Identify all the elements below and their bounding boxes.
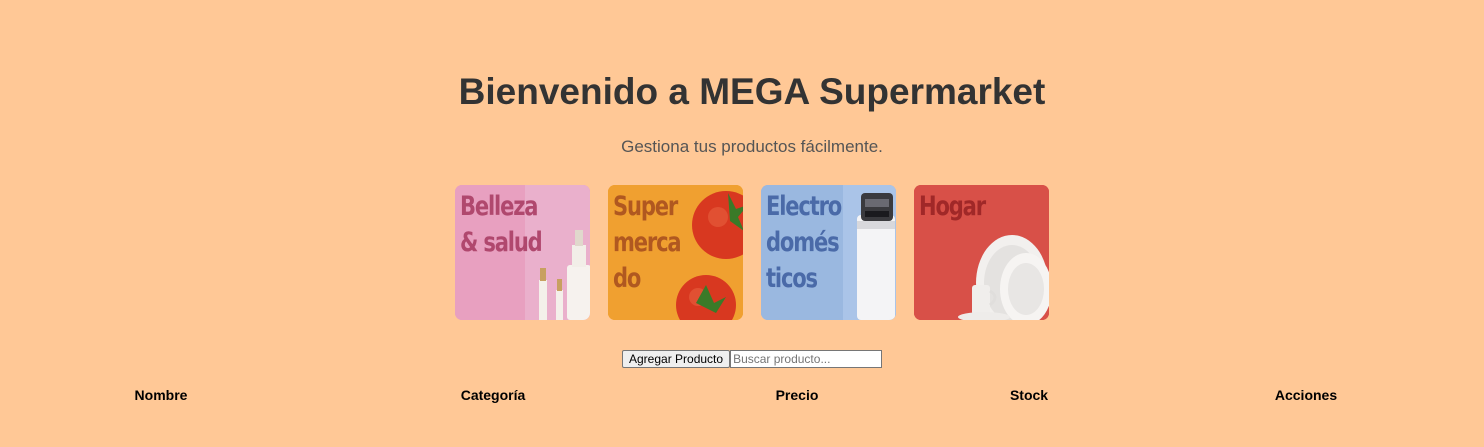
page-title: Bienvenido a MEGA Supermarket xyxy=(458,71,1046,112)
column-header-categoria[interactable]: Categoría xyxy=(314,384,672,406)
category-label: Super merca do xyxy=(613,191,682,294)
category-card-hogar[interactable]: Hogar xyxy=(914,185,1049,320)
products-table: Nombre Categoría Precio Stock Acciones xyxy=(8,384,1476,406)
category-card-electrodomesticos[interactable]: Electro domés ticos xyxy=(761,185,896,320)
page: Bienvenido a MEGA Supermarket Gestiona t… xyxy=(0,0,1484,447)
category-card-belleza-salud[interactable]: Belleza & salud xyxy=(455,185,590,320)
category-card-supermercado[interactable]: Super merca do xyxy=(608,185,743,320)
column-header-precio[interactable]: Precio xyxy=(672,384,922,406)
search-input[interactable] xyxy=(730,350,883,368)
column-header-acciones[interactable]: Acciones xyxy=(1136,384,1476,406)
table-header-row: Nombre Categoría Precio Stock Acciones xyxy=(8,384,1476,406)
category-label: Hogar xyxy=(919,191,986,222)
category-label: Electro domés ticos xyxy=(766,191,842,294)
add-product-button[interactable]: Agregar Producto xyxy=(622,350,731,368)
column-header-nombre[interactable]: Nombre xyxy=(8,384,314,406)
category-grid: Belleza & salud Super merca do Electro d… xyxy=(455,185,1049,320)
page-subtitle: Gestiona tus productos fácilmente. xyxy=(621,137,883,156)
column-header-stock[interactable]: Stock xyxy=(922,384,1136,406)
product-toolbar: Agregar Producto xyxy=(622,350,883,368)
category-label: Belleza & salud xyxy=(460,191,543,258)
